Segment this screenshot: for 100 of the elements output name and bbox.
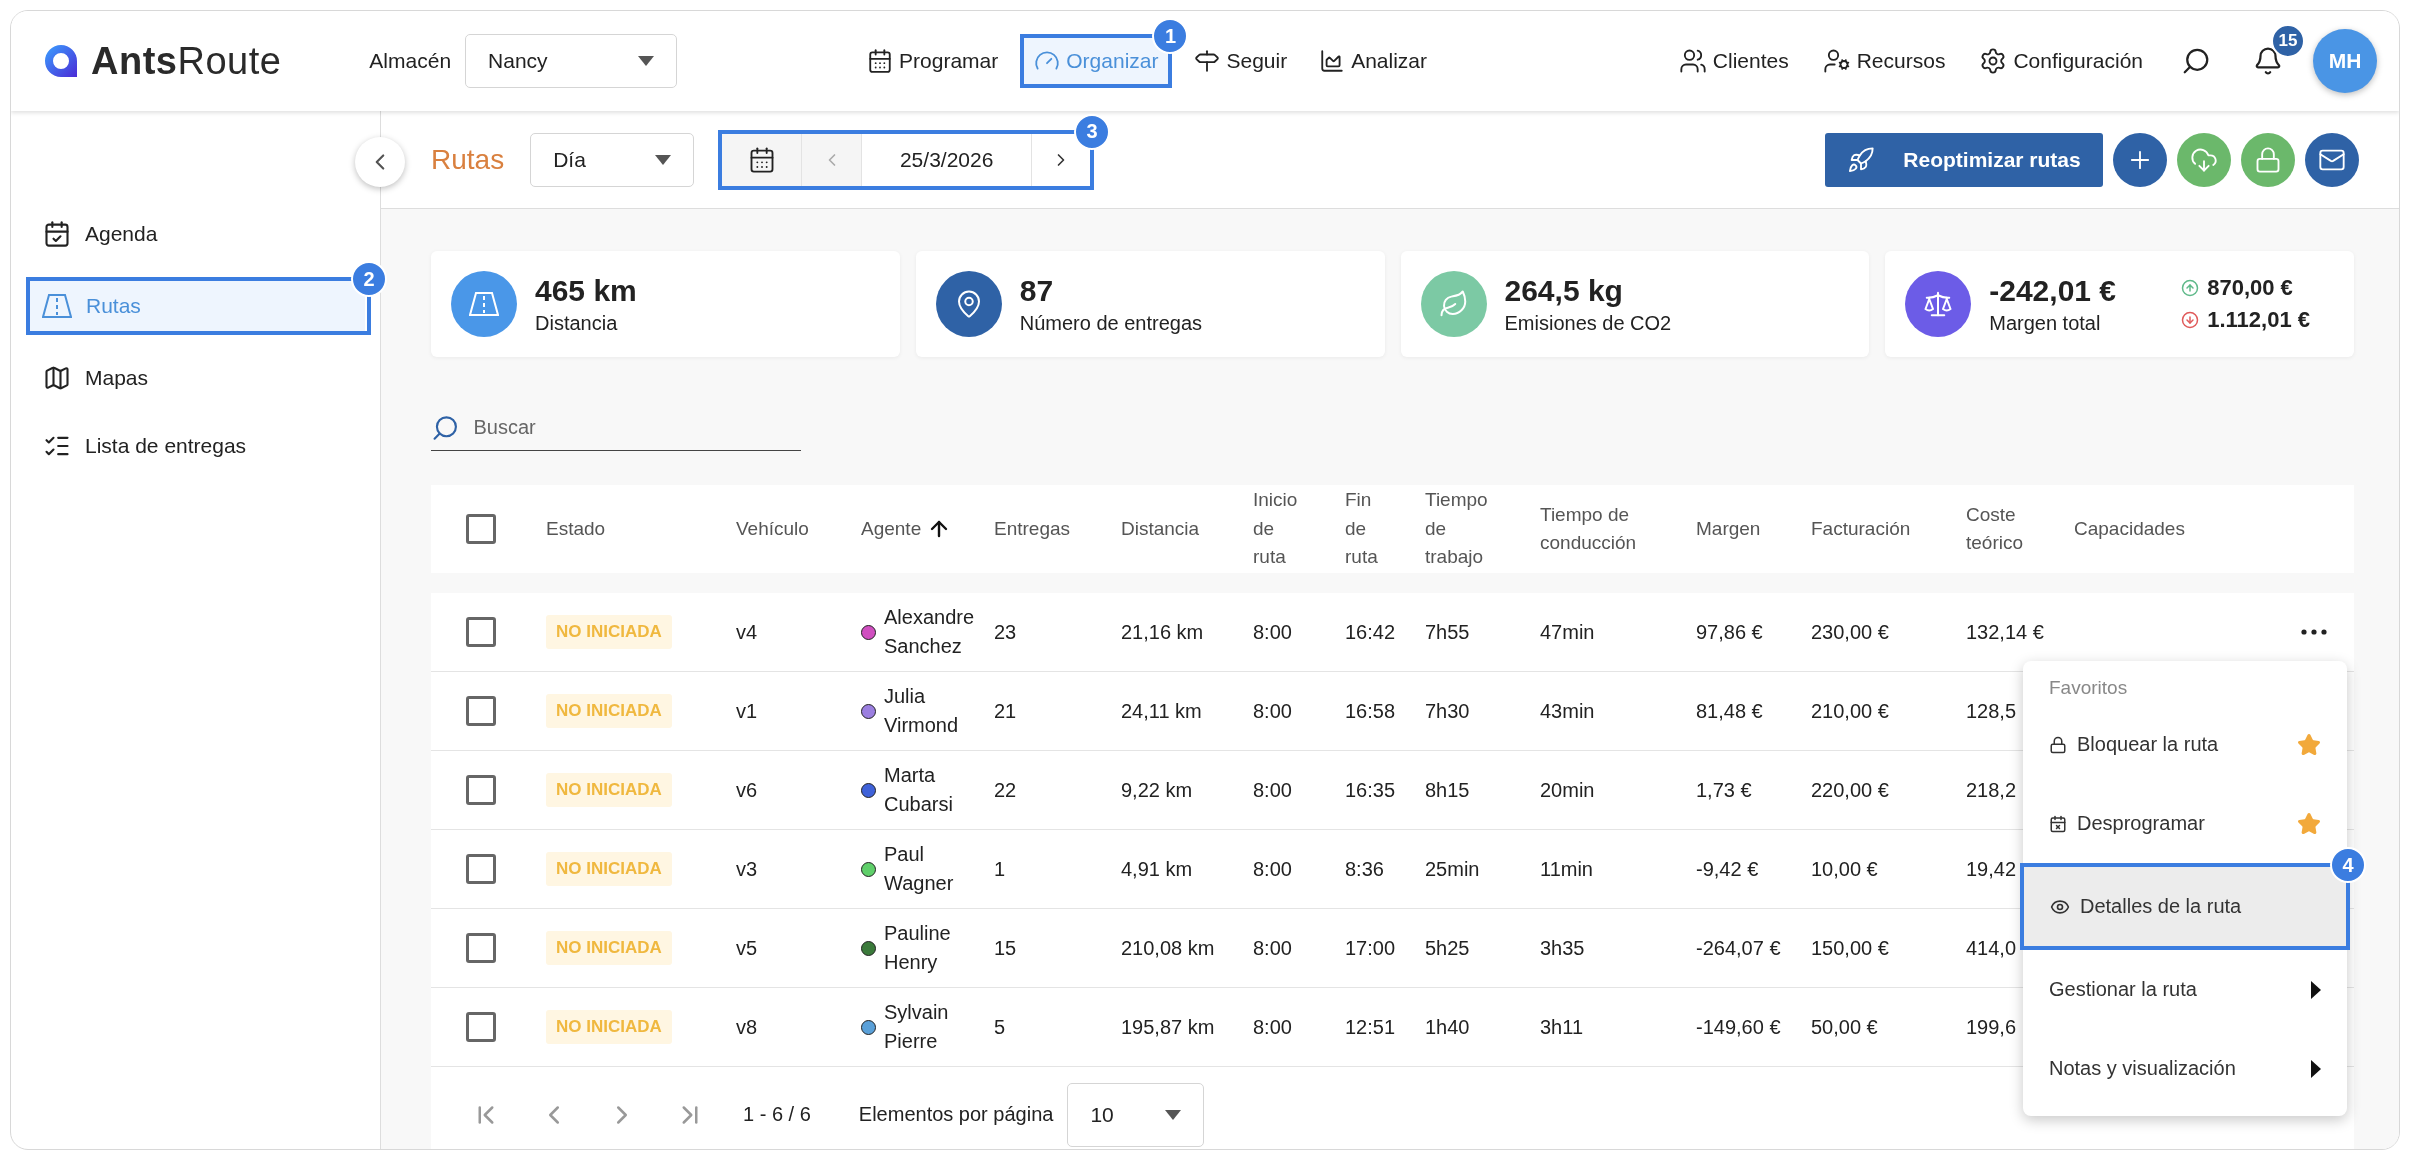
column-header[interactable]: Tiempo de trabajo: [1425, 486, 1488, 572]
notification-count: 15: [2271, 24, 2305, 58]
table-cell-text: 150,00 €: [1811, 936, 1890, 960]
table-cell-text: v5: [736, 936, 759, 960]
sidebar-item[interactable]: Agenda: [31, 209, 366, 259]
table-cell-text: 1h40: [1425, 1015, 1471, 1039]
rocket-icon: [1847, 145, 1876, 174]
column-header[interactable]: Inicio de ruta: [1253, 486, 1298, 572]
column-header[interactable]: Capacidades: [2074, 514, 2194, 544]
step-badge: 3: [1074, 113, 1111, 150]
row-checkbox[interactable]: [466, 775, 496, 805]
menu-item[interactable]: Notas y visualización: [2023, 1029, 2347, 1108]
column-header[interactable]: Vehículo: [736, 514, 856, 544]
map-icon: [43, 364, 71, 392]
plus-button[interactable]: [2113, 132, 2167, 187]
table-cell-text: 8h15: [1425, 778, 1471, 802]
table-cell-text: 8:00: [1253, 936, 1293, 960]
stat-label: Emisiones de CO2: [1504, 311, 1672, 335]
table-cell-text: 25min: [1425, 857, 1481, 881]
table-cell-text: -264,07 €: [1696, 936, 1782, 960]
warehouse-select[interactable]: Nancy: [465, 34, 678, 88]
per-page-select[interactable]: 10: [1067, 1082, 1205, 1147]
caret-icon: [655, 154, 672, 165]
table-cell-text: 97,86 €: [1696, 620, 1764, 644]
row-checkbox[interactable]: [466, 617, 496, 647]
table-cell-text: 16:58: [1345, 699, 1397, 723]
status-tag: NO INICIADA: [546, 694, 672, 728]
calendar-button[interactable]: [722, 133, 803, 186]
table-cell-text: 22: [994, 778, 1018, 802]
table-cell-text: 210,00 €: [1811, 699, 1890, 723]
nav-tab[interactable]: Programar: [857, 38, 1009, 84]
user-gear-icon: [1822, 47, 1851, 75]
logo-text: AntsRoute: [91, 39, 282, 83]
nav-link[interactable]: Configuración: [1979, 47, 2143, 75]
signpost-icon: [1194, 48, 1221, 74]
arrow-up-icon: [2181, 279, 2200, 297]
table-cell-text: 81,48 €: [1696, 699, 1764, 723]
star-icon: [2297, 732, 2321, 757]
stat-label: Número de entregas: [1019, 311, 1203, 335]
table-cell-text: 16:42: [1345, 620, 1397, 644]
nav-tab[interactable]: Analizar: [1309, 38, 1438, 84]
table-cell-text: 132,14 €: [1966, 620, 2045, 644]
table-cell-text: v4: [736, 620, 759, 644]
calendar-x-icon: [2049, 814, 2067, 833]
page-title: Rutas: [431, 143, 505, 176]
table-cell-text: v8: [736, 1015, 759, 1039]
income-value: 870,00 €: [2207, 275, 2293, 301]
step-badge: 1: [1152, 18, 1189, 54]
column-header[interactable]: Coste teórico: [1966, 500, 2046, 558]
table-cell-text: 9,22 km: [1121, 778, 1194, 802]
per-page-label: Elementos por página: [858, 1103, 1054, 1126]
select-all-checkbox[interactable]: [466, 514, 496, 544]
scale-icon: [1923, 289, 1954, 319]
column-header[interactable]: Entregas: [994, 514, 1114, 544]
table-cell-text: 8:36: [1345, 857, 1385, 881]
table-cell-text: 21: [994, 699, 1018, 723]
row-checkbox[interactable]: [466, 1012, 496, 1042]
status-tag: NO INICIADA: [546, 615, 672, 649]
status-tag: NO INICIADA: [546, 773, 672, 807]
table-cell-text: 7h55: [1425, 620, 1471, 644]
menu-item[interactable]: Bloquear la ruta: [2023, 705, 2347, 784]
nav-link[interactable]: Recursos: [1822, 47, 1946, 75]
table-cell-text: 17:00: [1345, 936, 1397, 960]
table-cell-text: 8:00: [1253, 778, 1293, 802]
column-header[interactable]: Distancia: [1121, 514, 1241, 544]
row-checkbox[interactable]: [466, 933, 496, 963]
ellipsis-icon: [2300, 629, 2327, 635]
more-actions-button[interactable]: [2300, 629, 2327, 635]
row-checkbox[interactable]: [466, 854, 496, 884]
sidebar-item[interactable]: Mapas: [31, 353, 366, 403]
bell-icon: [2253, 46, 2283, 76]
table-cell-text: 15: [994, 936, 1018, 960]
nav-link[interactable]: Clientes: [1678, 47, 1789, 75]
table-cell-text: 24,11 km: [1121, 699, 1203, 723]
table-cell-text: 21,16 km: [1121, 620, 1205, 644]
lock-icon: [2254, 145, 2282, 174]
table-cell-text: 11min: [1540, 857, 1594, 881]
mail-button[interactable]: [2305, 132, 2359, 187]
sidebar-item[interactable]: Lista de entregas: [31, 421, 366, 471]
step-badge: 4: [2330, 847, 2366, 883]
column-header[interactable]: Margen: [1696, 514, 1811, 544]
column-header[interactable]: Agente: [861, 514, 922, 544]
expense-value: 1.112,01 €: [2207, 307, 2310, 333]
calendar-icon: [867, 48, 894, 74]
search-field[interactable]: Buscar: [471, 415, 801, 440]
status-tag: NO INICIADA: [546, 852, 672, 886]
submenu-arrow-icon: [2311, 1059, 2321, 1078]
submenu-arrow-icon: [2311, 980, 2321, 999]
period-select[interactable]: Día: [530, 132, 695, 187]
reoptimize-button[interactable]: Reoptimizar rutas: [1825, 132, 2103, 187]
column-header[interactable]: Estado: [546, 514, 666, 544]
column-header[interactable]: Tiempo de conducción: [1540, 500, 1680, 558]
column-header[interactable]: Fin de ruta: [1345, 486, 1378, 572]
leaf-icon: [1438, 289, 1469, 319]
table-cell-text: 3h11: [1540, 1015, 1584, 1039]
table-cell-text: -149,60 €: [1696, 1015, 1782, 1039]
row-checkbox[interactable]: [466, 696, 496, 726]
table-cell-text: 1: [994, 857, 1007, 881]
column-header[interactable]: Facturación: [1811, 514, 1931, 544]
menu-item[interactable]: Gestionar la ruta: [2023, 950, 2347, 1029]
